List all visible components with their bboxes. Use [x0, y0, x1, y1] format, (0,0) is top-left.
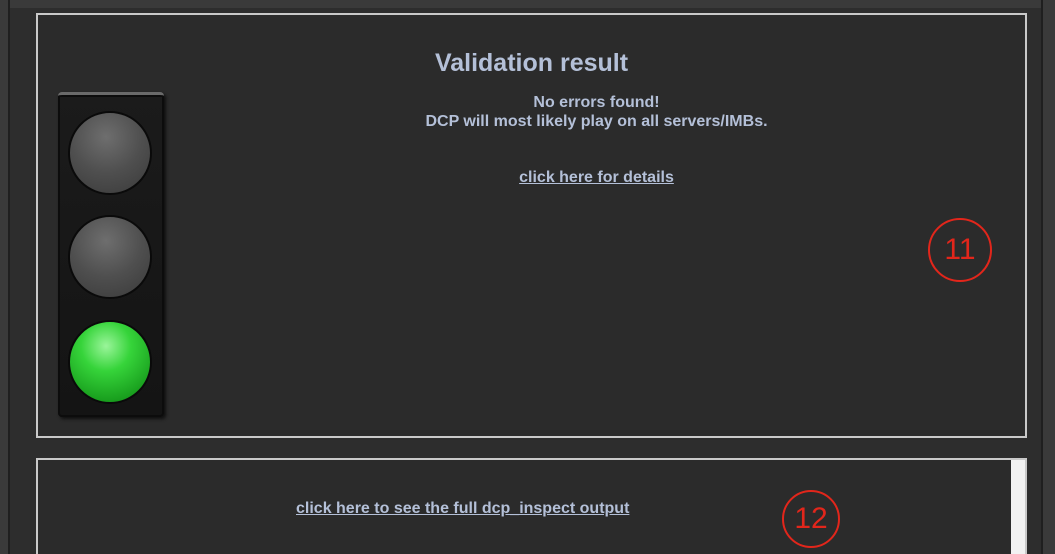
- no-errors-message: No errors found!: [533, 94, 660, 111]
- details-link[interactable]: click here for details: [38, 169, 1025, 187]
- dcp-inspect-output-panel: click here to see the full dcp_inspect o…: [36, 458, 1027, 554]
- full-output-link[interactable]: click here to see the full dcp_inspect o…: [296, 500, 629, 518]
- annotation-marker-11: 11: [928, 218, 992, 282]
- validation-result-panel: Validation result No errors found! DCP w…: [36, 13, 1027, 438]
- green-lamp-on: [68, 320, 152, 404]
- yellow-lamp-off: [68, 215, 152, 299]
- traffic-light-icon: [58, 92, 164, 417]
- right-window-edge: [1041, 0, 1055, 554]
- page: Validation result No errors found! DCP w…: [0, 0, 1055, 554]
- left-window-edge: [0, 0, 10, 554]
- top-strip: [10, 0, 1055, 8]
- output-scrollbar[interactable]: [1011, 460, 1025, 554]
- validation-title: Validation result: [434, 49, 629, 77]
- annotation-marker-12: 12: [782, 490, 840, 548]
- play-status-message: DCP will most likely play on all servers…: [425, 113, 768, 130]
